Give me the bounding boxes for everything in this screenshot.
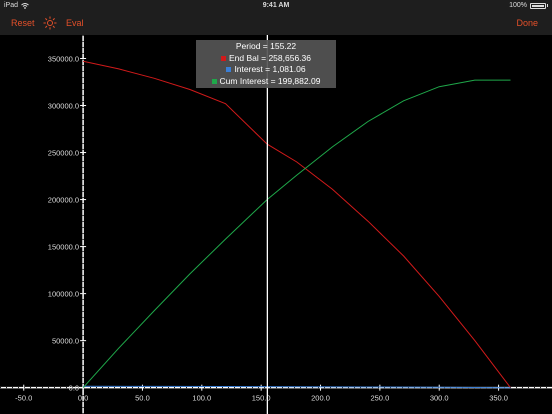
y-tick-label: 350000.0 bbox=[48, 55, 79, 64]
reset-button[interactable]: Reset bbox=[11, 18, 35, 28]
y-tick-label: 200000.0 bbox=[48, 196, 79, 205]
tooltip-interest: Interest = 1,081.06 bbox=[234, 64, 306, 74]
status-right: 100% bbox=[509, 2, 548, 9]
y-tick-label: 0.0 bbox=[69, 384, 79, 393]
eval-button[interactable]: Eval bbox=[66, 18, 84, 28]
status-time: 9:41 AM bbox=[262, 2, 290, 9]
cum-interest-line bbox=[82, 79, 511, 389]
y-tick-label: 150000.0 bbox=[48, 243, 79, 252]
y-tick-label: 300000.0 bbox=[48, 102, 79, 111]
x-tick-label: 300.0 bbox=[430, 394, 449, 403]
x-tick-label: 0.0 bbox=[78, 394, 88, 403]
navigation-bar: Reset Eval Done bbox=[0, 12, 552, 35]
plot-area[interactable]: -50.0 0.0 50.0 100.0 150.0 200.0 250.0 300.0 350… bbox=[0, 35, 552, 414]
y-tick-label: 100000.0 bbox=[48, 290, 79, 299]
tooltip-cum-interest: Cum Interest = 199,882.09 bbox=[219, 75, 321, 86]
done-button[interactable]: Done bbox=[516, 18, 538, 28]
battery-icon bbox=[530, 2, 546, 9]
status-bar: iPad 9:41 AM 100% bbox=[0, 0, 552, 12]
tooltip-period: Period = 155.22 bbox=[235, 41, 297, 51]
x-tick-label: 100.0 bbox=[192, 394, 211, 403]
x-tick-label: 350.0 bbox=[489, 394, 508, 403]
battery-tip bbox=[547, 4, 548, 7]
sun-icon[interactable] bbox=[43, 16, 57, 30]
x-tick-label: 200.0 bbox=[311, 394, 330, 403]
x-tick-label: -50.0 bbox=[15, 394, 32, 403]
x-tick-label: 50.0 bbox=[135, 394, 150, 403]
interest-swatch bbox=[226, 67, 232, 73]
x-tick-label: 250.0 bbox=[370, 394, 389, 403]
tooltip-end-bal: End Bal = 258,656.36 bbox=[229, 52, 311, 63]
loan-chart[interactable]: -50.0 0.0 50.0 100.0 150.0 200.0 250.0 300.0 350… bbox=[0, 35, 552, 414]
tooltip-period-row: Period = 155.22 bbox=[196, 41, 336, 53]
battery-percent: 100% bbox=[509, 2, 527, 9]
y-tick-label: 50000.0 bbox=[52, 337, 79, 346]
value-tooltip: Period = 155.22 End Bal = 258,656.36 Int… bbox=[196, 40, 336, 88]
y-tick-label: 250000.0 bbox=[48, 149, 79, 158]
end-bal-line bbox=[82, 60, 511, 389]
cum-interest-swatch bbox=[211, 78, 217, 84]
tooltip-endbal-row: End Bal = 258,656.36 bbox=[196, 53, 336, 65]
tooltip-interest-row: Interest = 1,081.06 bbox=[196, 64, 336, 76]
tooltip-cum-row: Cum Interest = 199,882.09 bbox=[196, 76, 336, 88]
end-bal-swatch bbox=[221, 55, 226, 61]
